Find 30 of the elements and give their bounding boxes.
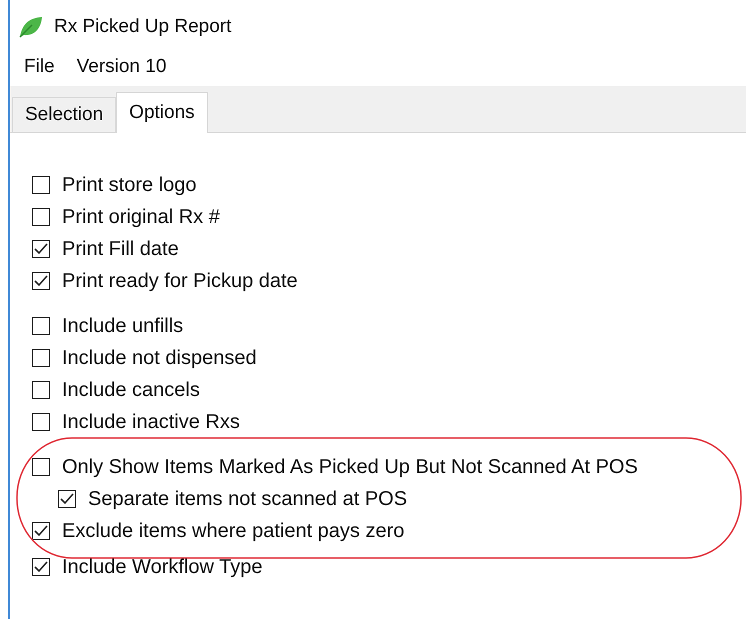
option-label: Print original Rx #	[62, 206, 220, 228]
leaf-icon	[18, 15, 44, 39]
checkbox[interactable]	[32, 458, 50, 476]
checkbox[interactable]	[58, 490, 76, 508]
option-label: Separate items not scanned at POS	[88, 488, 408, 510]
option-label: Include cancels	[62, 378, 200, 402]
option-label: Exclude items where patient pays zero	[62, 520, 404, 542]
menu-item[interactable]: Version 10	[76, 56, 166, 78]
option-label: Include unfills	[62, 314, 184, 338]
checkbox[interactable]	[32, 208, 50, 226]
option-label: Print store logo	[62, 174, 197, 196]
option-label: Include not dispensed	[62, 346, 257, 370]
checkbox[interactable]	[32, 349, 50, 367]
menu-item[interactable]: File	[24, 56, 55, 78]
option-label: Include inactive Rxs	[62, 410, 240, 434]
checkbox[interactable]	[32, 317, 50, 335]
checkbox[interactable]	[32, 176, 50, 194]
option-label: Include Workflow Type	[62, 556, 262, 578]
option-label: Print ready for Pickup date	[62, 270, 298, 292]
tab[interactable]: Selection	[12, 97, 116, 132]
checkbox[interactable]	[32, 272, 50, 290]
checkbox[interactable]	[32, 558, 50, 576]
option-label: Print Fill date	[62, 238, 179, 260]
checkbox[interactable]	[32, 413, 50, 431]
checkbox[interactable]	[32, 240, 50, 258]
option-label: Only Show Items Marked As Picked Up But Not Scanned At POS	[62, 456, 638, 478]
tab[interactable]: Options	[116, 92, 208, 133]
window-title: Rx Picked Up Report	[54, 16, 232, 38]
checkbox[interactable]	[32, 381, 50, 399]
checkbox[interactable]	[32, 522, 50, 540]
